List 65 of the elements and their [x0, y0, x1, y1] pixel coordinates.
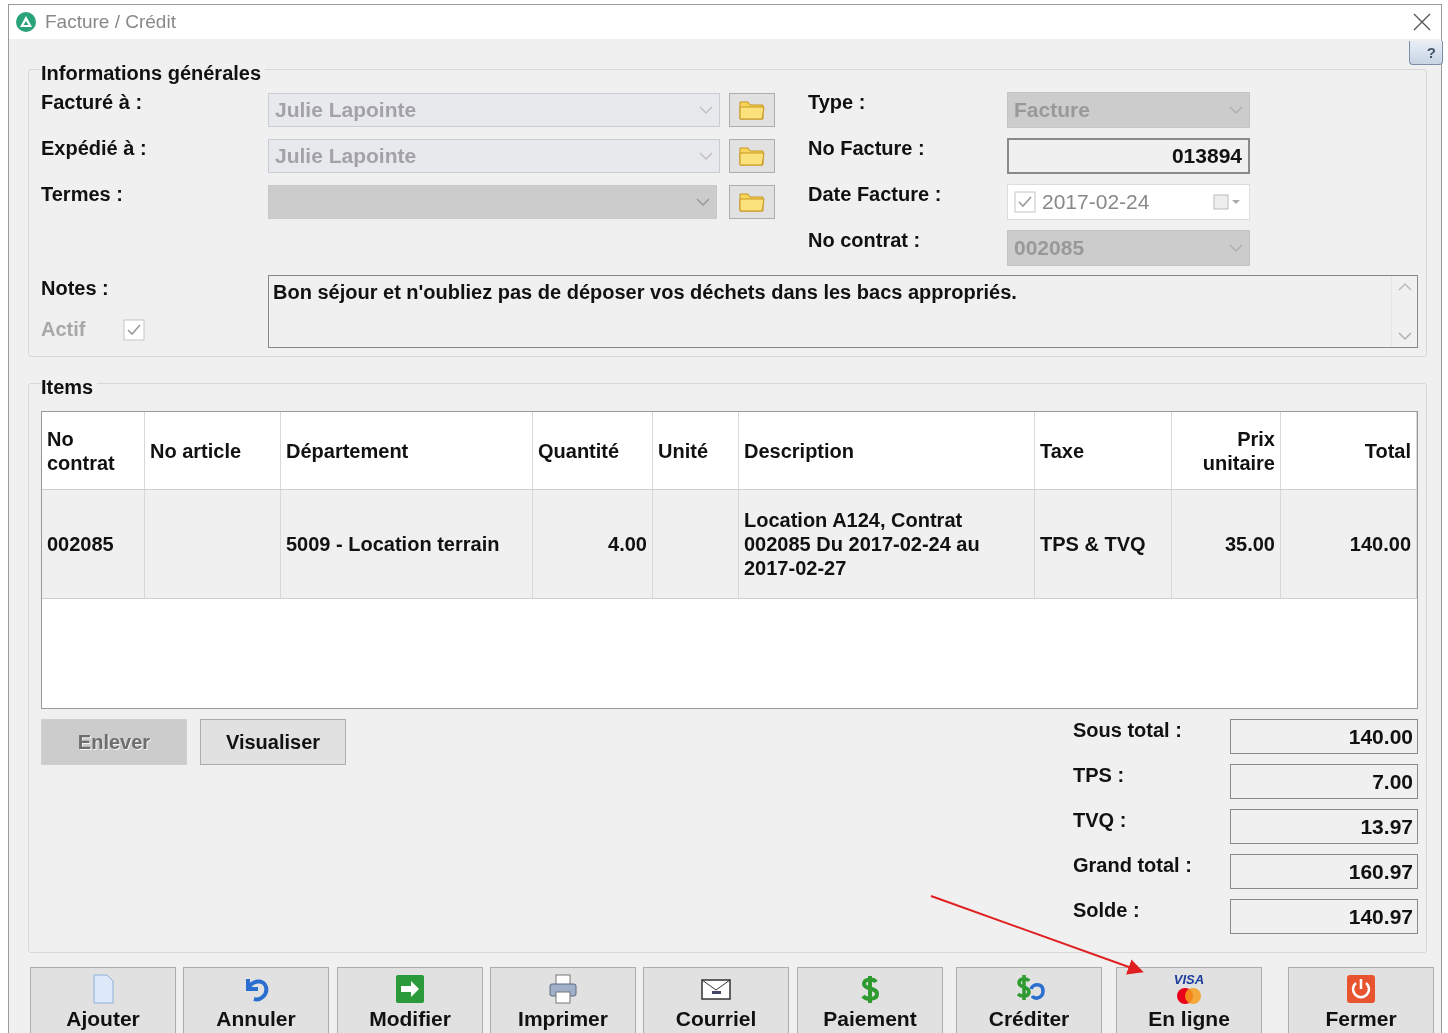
app-logo-icon [15, 11, 37, 33]
column-header[interactable]: Département [281, 412, 533, 489]
toolbar-button[interactable]: Modifier [337, 967, 483, 1033]
field-label: Notes : [41, 277, 110, 300]
close-icon[interactable] [1413, 13, 1431, 31]
field-label: Date Facture : [808, 183, 942, 206]
calendar-icon [1213, 193, 1243, 211]
field-label: Type : [808, 91, 866, 114]
input-field[interactable]: 013894 [1007, 138, 1250, 174]
column-header[interactable]: Prix unitaire [1172, 412, 1281, 489]
total-label: TPS : [1073, 764, 1126, 788]
toolbar-button[interactable]: Imprimer [490, 967, 636, 1033]
combo-box[interactable] [268, 185, 717, 219]
field-label: No Facture : [808, 137, 925, 160]
column-header[interactable]: No article [145, 412, 281, 489]
dropdown-caret-icon [1397, 332, 1412, 341]
dropdown-caret-icon [1229, 105, 1243, 115]
browse-button[interactable] [729, 139, 775, 173]
date-picker[interactable]: 2017-02-24 [1007, 184, 1250, 220]
field-label: No contrat : [808, 229, 921, 252]
browse-button[interactable] [729, 185, 775, 219]
toolbar-button[interactable]: VISA En ligne [1116, 967, 1262, 1033]
power-icon [1345, 973, 1377, 1005]
total-label: Solde : [1073, 899, 1141, 923]
checkbox-label: Actif [41, 318, 86, 341]
dropdown-caret-icon [699, 105, 713, 115]
browse-button[interactable] [729, 93, 775, 127]
dropdown-caret-icon [696, 197, 710, 207]
toolbar-button[interactable]: Créditer [956, 967, 1102, 1033]
column-header[interactable]: No contrat [42, 412, 145, 489]
folder-icon [739, 99, 765, 121]
field-label: Expédié à : [41, 137, 147, 160]
column-header[interactable]: Taxe [1035, 412, 1172, 489]
folder-icon [739, 145, 765, 167]
date-checkbox[interactable] [1014, 191, 1036, 213]
total-label: Sous total : [1073, 719, 1183, 743]
total-field: 7.00 [1230, 764, 1418, 799]
toolbar-button[interactable]: Fermer [1288, 967, 1434, 1033]
field-label: Facturé à : [41, 91, 143, 114]
total-field: 140.97 [1230, 899, 1418, 934]
toolbar-button[interactable]: Ajouter [30, 967, 176, 1033]
column-header[interactable]: Unité [653, 412, 739, 489]
total-field: 140.00 [1230, 719, 1418, 754]
action-button[interactable]: Visualiser [200, 719, 346, 765]
column-header[interactable]: Description [739, 412, 1035, 489]
field-label: Termes : [41, 183, 123, 206]
toolbar-button[interactable]: Annuler [183, 967, 329, 1033]
arrow-right-icon [394, 973, 426, 1005]
notes-field[interactable]: Bon séjour et n'oubliez pas de déposer vos déchets dans les bacs appropriés. [268, 275, 1418, 348]
column-header[interactable]: Quantité [533, 412, 653, 489]
column-header[interactable]: Total [1281, 412, 1417, 489]
total-field: 160.97 [1230, 854, 1418, 889]
toolbar-button[interactable]: Paiement [797, 967, 943, 1033]
dropdown-caret-icon [1229, 243, 1243, 253]
scroll-up-icon[interactable] [1397, 282, 1412, 291]
group-title: Informations générales [41, 62, 266, 85]
total-label: TVQ : [1073, 809, 1128, 833]
toolbar-button[interactable]: Courriel [643, 967, 789, 1033]
help-button[interactable]: ? [1409, 41, 1443, 65]
printer-icon [547, 973, 579, 1005]
window-title: Facture / Crédit [45, 11, 177, 33]
folder-icon [739, 191, 765, 213]
total-field: 13.97 [1230, 809, 1418, 844]
total-label: Grand total : [1073, 854, 1193, 878]
dropdown-caret-icon [699, 151, 713, 161]
